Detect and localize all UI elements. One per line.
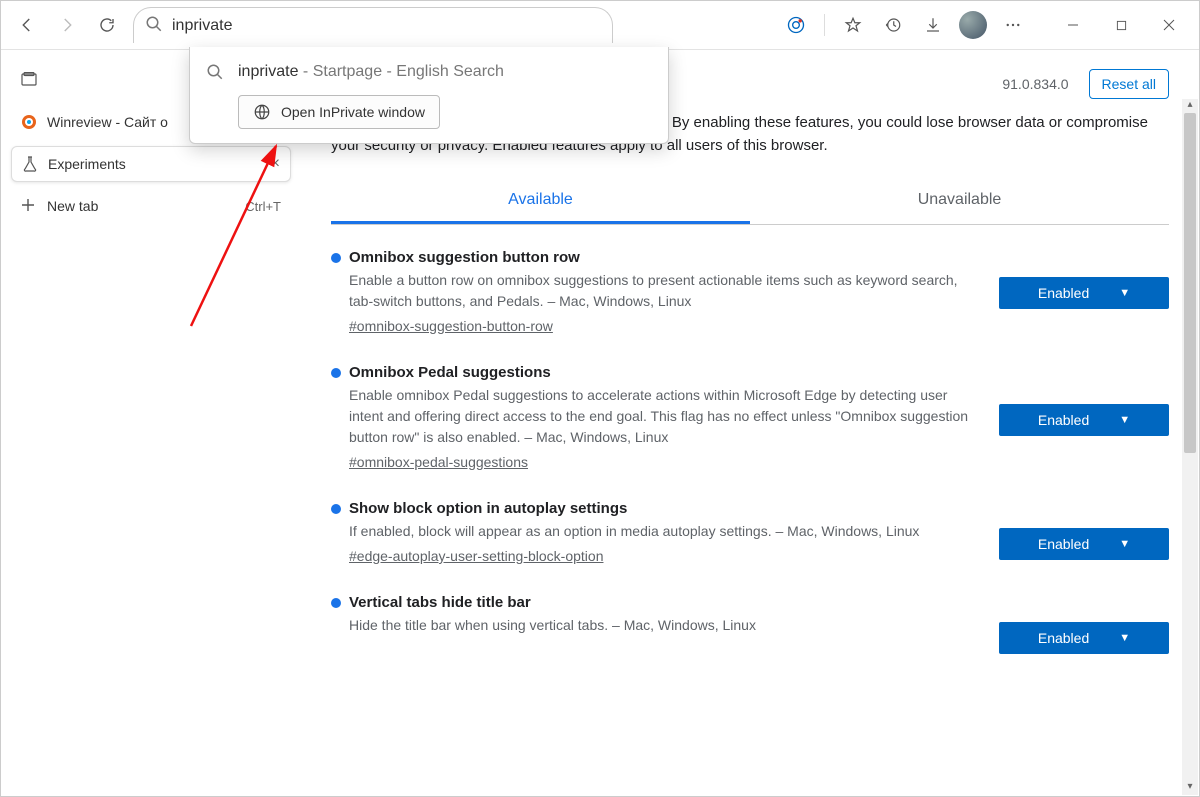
flag-row: Show block option in autoplay settings If… xyxy=(331,500,1169,566)
flag-row: Omnibox Pedal suggestions Enable omnibox … xyxy=(331,364,1169,472)
scroll-down-icon[interactable]: ▾ xyxy=(1182,781,1198,795)
omnibox-input[interactable] xyxy=(133,7,613,43)
tab-actions-icon xyxy=(21,72,37,88)
flag-title: Vertical tabs hide title bar xyxy=(349,594,979,611)
flag-row: Omnibox suggestion button row Enable a bu… xyxy=(331,249,1169,336)
flask-icon xyxy=(22,156,38,172)
site-favicon xyxy=(21,114,37,130)
inprivate-pedal-button[interactable]: Open InPrivate window xyxy=(238,95,440,129)
inprivate-icon xyxy=(253,103,271,121)
vertical-tabs-sidebar: Winreview - Сайт о Experiments × New tab… xyxy=(1,50,301,796)
forward-button[interactable] xyxy=(49,7,85,43)
tab-title: Winreview - Сайт о xyxy=(47,114,168,130)
flag-row: Vertical tabs hide title bar Hide the tit… xyxy=(331,594,1169,654)
chevron-down-icon: ▼ xyxy=(1119,538,1130,550)
flag-hash-link[interactable]: #omnibox-pedal-suggestions xyxy=(349,454,528,470)
window-maximize[interactable] xyxy=(1099,9,1143,41)
flag-state-select[interactable]: Enabled▼ xyxy=(999,622,1169,654)
toolbar-separator xyxy=(824,14,825,36)
bullet-icon xyxy=(331,368,341,378)
flag-description: Enable a button row on omnibox suggestio… xyxy=(349,270,979,312)
scroll-up-icon[interactable]: ▴ xyxy=(1182,99,1198,113)
flag-title: Show block option in autoplay settings xyxy=(349,500,979,517)
flag-description: Enable omnibox Pedal suggestions to acce… xyxy=(349,385,979,448)
browser-toolbar xyxy=(1,1,1199,49)
refresh-button[interactable] xyxy=(89,7,125,43)
window-minimize[interactable] xyxy=(1051,9,1095,41)
flag-hash-link[interactable]: #edge-autoplay-user-setting-block-option xyxy=(349,548,603,564)
flag-hash-link[interactable]: #omnibox-suggestion-button-row xyxy=(349,318,553,334)
chevron-down-icon: ▼ xyxy=(1119,414,1130,426)
bullet-icon xyxy=(331,598,341,608)
favorites-button[interactable] xyxy=(835,7,871,43)
pedal-label: Open InPrivate window xyxy=(281,104,425,120)
flags-tabs: Available Unavailable xyxy=(331,179,1169,225)
bullet-icon xyxy=(331,253,341,263)
bullet-icon xyxy=(331,504,341,514)
profile-avatar[interactable] xyxy=(955,7,991,43)
flag-title: Omnibox Pedal suggestions xyxy=(349,364,979,381)
plus-icon xyxy=(21,198,37,214)
flag-state-select[interactable]: Enabled▼ xyxy=(999,404,1169,436)
flag-description: Hide the title bar when using vertical t… xyxy=(349,615,979,636)
flag-info: Vertical tabs hide title bar Hide the tit… xyxy=(331,594,979,654)
history-button[interactable] xyxy=(875,7,911,43)
flag-info: Show block option in autoplay settings If… xyxy=(331,500,979,566)
flag-state-select[interactable]: Enabled▼ xyxy=(999,277,1169,309)
omnibox-suggestion[interactable]: inprivate - Startpage - English Search xyxy=(200,55,658,89)
tab-title: Experiments xyxy=(48,156,126,172)
omnibox-dropdown: inprivate - Startpage - English Search O… xyxy=(189,47,669,144)
more-button[interactable] xyxy=(995,7,1031,43)
downloads-button[interactable] xyxy=(915,7,951,43)
flag-title: Omnibox suggestion button row xyxy=(349,249,979,266)
tab-unavailable[interactable]: Unavailable xyxy=(750,179,1169,224)
omnibox-wrap xyxy=(133,7,613,43)
scrollbar[interactable]: ▴ ▾ xyxy=(1182,99,1198,795)
new-tab-button[interactable]: New tab Ctrl+T xyxy=(11,188,291,224)
flag-state-select[interactable]: Enabled▼ xyxy=(999,528,1169,560)
flag-info: Omnibox suggestion button row Enable a bu… xyxy=(331,249,979,336)
close-tab-button[interactable]: × xyxy=(271,155,280,173)
new-tab-shortcut: Ctrl+T xyxy=(245,199,281,214)
search-icon xyxy=(206,63,224,81)
tab-available[interactable]: Available xyxy=(331,179,750,224)
version-label: 91.0.834.0 xyxy=(1002,76,1068,92)
chevron-down-icon: ▼ xyxy=(1119,287,1130,299)
flag-description: If enabled, block will appear as an opti… xyxy=(349,521,979,542)
search-icon xyxy=(145,15,163,33)
new-tab-label: New tab xyxy=(47,198,98,214)
flag-info: Omnibox Pedal suggestions Enable omnibox … xyxy=(331,364,979,472)
sidebar-tab-experiments[interactable]: Experiments × xyxy=(11,146,291,182)
content-area: Winreview - Сайт о Experiments × New tab… xyxy=(1,50,1199,796)
chevron-down-icon: ▼ xyxy=(1119,632,1130,644)
window-close[interactable] xyxy=(1147,9,1191,41)
reset-all-button[interactable]: Reset all xyxy=(1089,69,1169,99)
scroll-thumb[interactable] xyxy=(1184,113,1196,453)
page-main: Experiments 91.0.834.0 Reset all WARNING… xyxy=(301,50,1199,796)
tracking-prevention-icon[interactable] xyxy=(778,7,814,43)
back-button[interactable] xyxy=(9,7,45,43)
